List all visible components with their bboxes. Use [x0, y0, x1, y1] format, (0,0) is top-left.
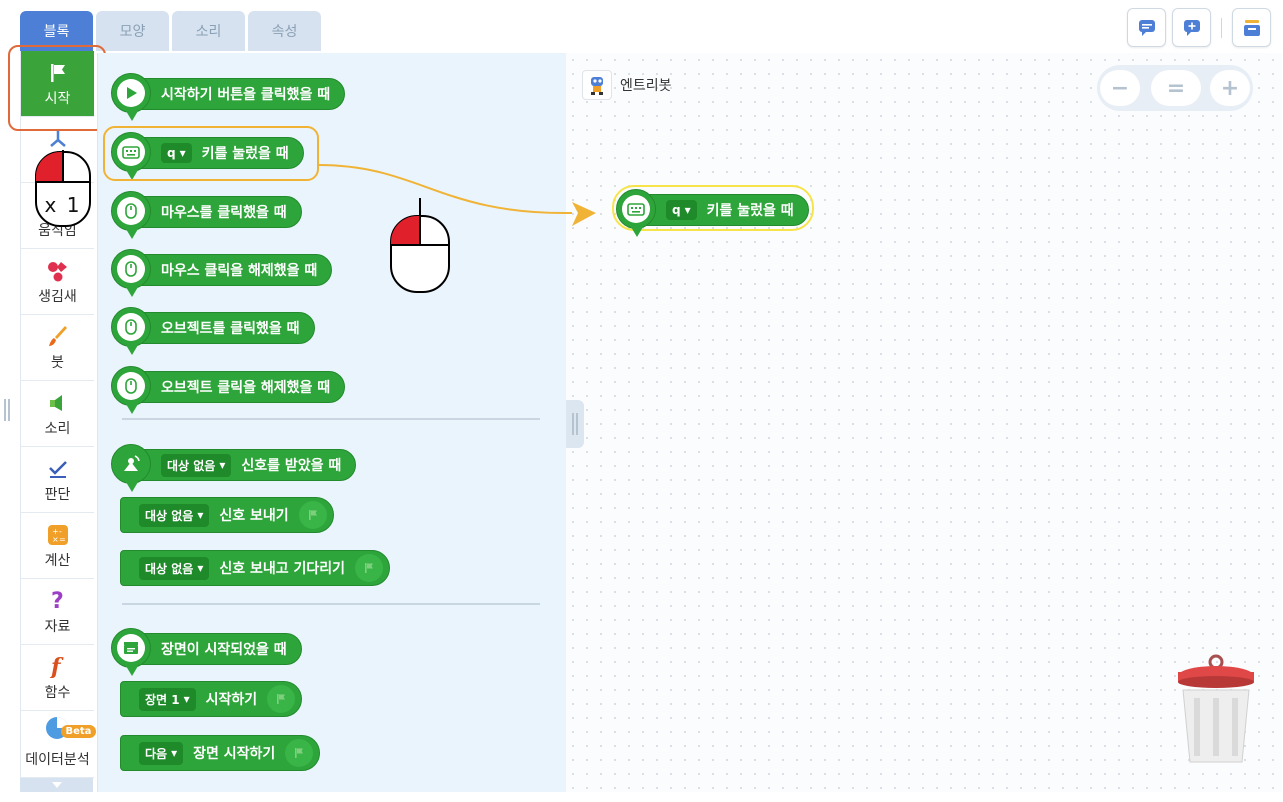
- drag-arrow: [317, 164, 596, 226]
- trash-can-icon[interactable]: [1176, 654, 1256, 769]
- drag-arrow-head: [572, 202, 596, 226]
- click-count-label: x 1: [44, 193, 82, 217]
- mouse-drag-illustration: [390, 198, 450, 293]
- entry-editor: 블록 모양 소리 속성 시작 흐름 움직임 생김새 붓: [0, 0, 1283, 802]
